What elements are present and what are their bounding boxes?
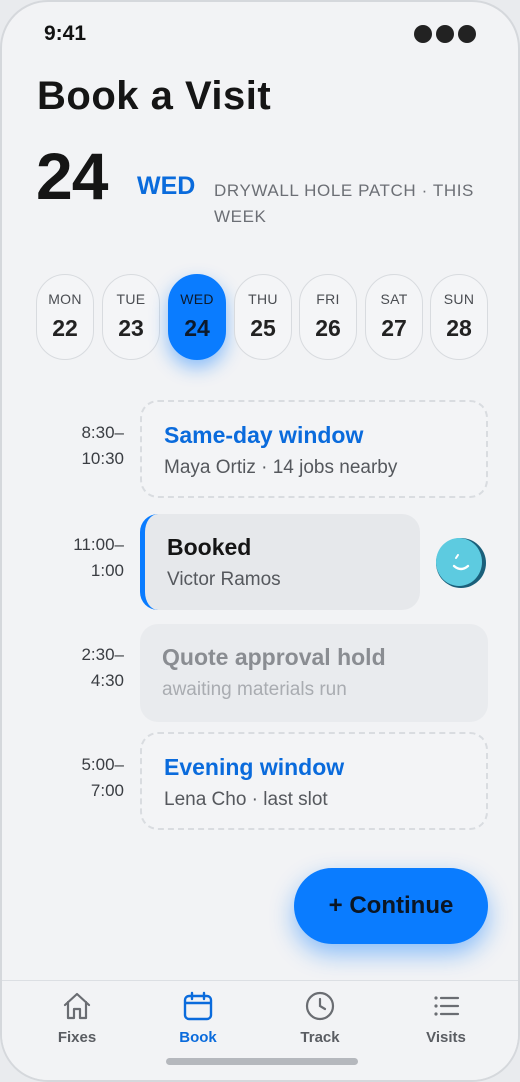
tab-label: Book [179, 1029, 217, 1046]
slot-time-end: 4:30 [90, 671, 124, 690]
list-icon [434, 996, 460, 1016]
slot-time-start: 2:30– [81, 645, 124, 664]
tab-visits[interactable]: Visits [396, 989, 496, 1046]
smile-icon [452, 554, 470, 571]
home-icon [63, 992, 91, 1020]
day-chip-number: 25 [250, 315, 276, 341]
slot-card-open[interactable]: Evening window Lena Cho · last slot [140, 732, 488, 830]
day-chip-number: 24 [184, 315, 210, 341]
status-time: 9:41 [44, 22, 87, 45]
tab-bar: Fixes Book Track Visits [2, 980, 518, 1080]
slot-title: Quote approval hold [162, 644, 386, 670]
slot-time-start: 8:30– [81, 423, 124, 442]
tab-fixes[interactable]: Fixes [27, 989, 127, 1046]
avatar [436, 538, 486, 588]
slot-time-end: 10:30 [81, 449, 124, 468]
slot-time-end: 1:00 [90, 561, 124, 580]
day-chip-dow: TUE [116, 291, 146, 307]
slot-card-hold: Quote approval hold awaiting materials r… [140, 624, 488, 722]
slot-card-booked: Booked Victor Ramos [140, 514, 420, 610]
day-chip-number: 23 [118, 315, 144, 341]
status-indicator-icon [414, 25, 476, 43]
page-title: Book a Visit [37, 74, 272, 118]
slot-subtitle: awaiting materials run [162, 679, 347, 700]
day-chip-dow: FRI [316, 291, 340, 307]
tab-book[interactable]: Book [148, 989, 248, 1046]
day-chip-mon[interactable]: MON 22 [36, 274, 94, 360]
tab-track[interactable]: Track [270, 989, 370, 1046]
phone-screen: 9:41 Book a Visit 24 WED DRYWALL HOLE PA… [0, 0, 520, 1082]
day-chip-number: 28 [446, 315, 472, 341]
day-chip-dow: THU [248, 291, 278, 307]
day-chip-sat[interactable]: SAT 27 [365, 274, 423, 360]
tab-label: Fixes [57, 1029, 97, 1046]
slot-title: Evening window [164, 754, 345, 780]
slot-subtitle: Lena Cho · last slot [164, 789, 328, 810]
slot-title: Booked [167, 534, 252, 560]
tab-label: Track [300, 1029, 340, 1046]
slot-subtitle: Maya Ortiz · 14 jobs nearby [164, 457, 398, 478]
day-chip-fri[interactable]: FRI 26 [299, 274, 357, 360]
clock-icon [305, 991, 335, 1021]
day-chip-dow: SUN [443, 291, 475, 307]
tab-label: Visits [426, 1029, 466, 1046]
selected-date-number: 24 [36, 139, 108, 213]
day-chip-number: 26 [315, 315, 341, 341]
slot-time: 11:00– 1:00 [52, 532, 124, 584]
day-chip-dow: MON [48, 291, 82, 307]
selected-day-of-week: WED [137, 172, 196, 200]
day-chip-thu[interactable]: THU 25 [234, 274, 292, 360]
day-chip-number: 27 [381, 315, 407, 341]
slot-card-open[interactable]: Same-day window Maya Ortiz · 14 jobs nea… [140, 400, 488, 498]
slot-time: 5:00– 7:00 [52, 752, 124, 804]
day-chip-sun[interactable]: SUN 28 [430, 274, 488, 360]
slot-time: 8:30– 10:30 [52, 420, 124, 472]
day-chip-dow: SAT [380, 291, 408, 307]
slot-time-start: 11:00– [73, 535, 124, 554]
slot-time: 2:30– 4:30 [52, 642, 124, 694]
day-chip-number: 22 [52, 315, 78, 341]
day-chip-dow: WED [180, 291, 214, 307]
day-chip-wed[interactable]: WED 24 [168, 274, 226, 360]
slot-subtitle: Victor Ramos [167, 569, 281, 590]
service-subtitle: DRYWALL HOLE PATCH · THIS WEEK [214, 181, 474, 226]
home-indicator [166, 1058, 358, 1065]
slot-time-end: 7:00 [90, 781, 124, 800]
calendar-icon [183, 991, 213, 1021]
slot-title: Same-day window [164, 422, 364, 448]
day-chip-tue[interactable]: TUE 23 [102, 274, 160, 360]
slot-time-start: 5:00– [81, 755, 124, 774]
continue-button[interactable]: + Continue [294, 868, 488, 944]
